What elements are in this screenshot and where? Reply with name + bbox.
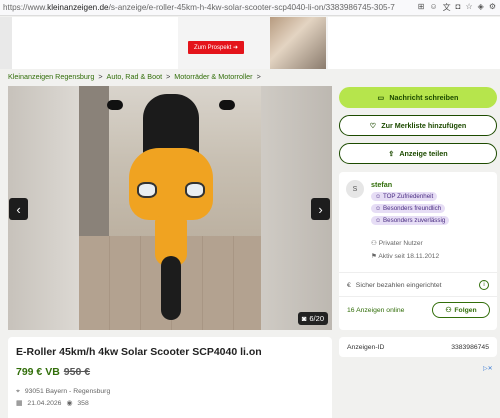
follow-button-label: Folgen: [454, 306, 477, 314]
favorite-button-label: Zur Merkliste hinzufügen: [381, 121, 467, 130]
badge-top-satisfaction: ☺ TOP Zufriedenheit: [371, 192, 438, 201]
listing-date: 21.04.2026: [27, 400, 62, 407]
badge-friendly: ☺ Besonders freundlich: [371, 204, 446, 213]
shield-icon[interactable]: ◈: [478, 2, 484, 13]
info-icon[interactable]: i: [479, 280, 489, 290]
listing-views: 358: [77, 400, 89, 407]
breadcrumb-separator: >: [98, 72, 103, 81]
breadcrumb-separator: >: [256, 72, 261, 81]
scooter-headlight-right: [185, 182, 205, 198]
seller-card: S stefan ☺ TOP Zufriedenheit ☺ Besonders…: [339, 172, 497, 330]
scooter-mirror-left: [107, 100, 123, 110]
follow-button[interactable]: ⚇ Folgen: [432, 302, 490, 318]
prospekt-button[interactable]: Zum Prospekt ➜: [188, 41, 245, 54]
current-price: 799 € VB: [16, 366, 60, 378]
url-prefix: https://www.: [3, 3, 48, 12]
divider: [339, 272, 497, 273]
scooter-mirror-right: [219, 100, 235, 110]
grid-icon[interactable]: ⊞: [418, 2, 425, 13]
chevron-right-icon: ›: [318, 201, 323, 217]
secure-payment-label: Sicher bezahlen eingerichtet: [355, 281, 442, 289]
listing-location: 93051 Bayern - Regensburg: [24, 388, 111, 395]
heart-icon: ♡: [369, 121, 377, 130]
breadcrumb: Kleinanzeigen Regensburg > Auto, Rad & B…: [8, 72, 261, 81]
badge-label: Besonders freundlich: [383, 205, 442, 212]
seller-type: ⚇ Privater Nutzer: [371, 239, 423, 247]
ad-choices-icon[interactable]: ▷✕: [483, 365, 493, 372]
ad-banner[interactable]: Zum Prospekt ➜: [178, 17, 328, 69]
breadcrumb-item-location[interactable]: Kleinanzeigen Regensburg: [8, 72, 94, 81]
badge-reliable: ☺ Besonders zuverlässig: [371, 216, 450, 225]
message-button-label: Nachricht schreiben: [389, 93, 459, 102]
url-path: /s-anzeige/e-roller-45km-h-4kw-solar-sco…: [108, 3, 395, 12]
eye-icon: ◉: [66, 400, 73, 407]
smile-icon[interactable]: ☺: [429, 2, 437, 13]
image-gallery: ‹ › ◙ 6/20: [8, 86, 332, 330]
favorite-button[interactable]: ♡ Zur Merkliste hinzufügen: [339, 115, 497, 136]
seller-active-since: ⚑ Aktiv seit 18.11.2012: [371, 252, 439, 260]
gallery-counter: ◙ 6/20: [297, 312, 328, 325]
share-button-label: Anzeige teilen: [399, 149, 448, 158]
seller-name[interactable]: stefan: [371, 180, 392, 189]
badge-label: TOP Zufriedenheit: [382, 193, 434, 200]
calendar-icon: ▦: [16, 400, 23, 407]
gallery-counter-text: 6/20: [309, 314, 324, 323]
listing-photo[interactable]: [79, 86, 261, 330]
url-domain: kleinanzeigen.de: [47, 3, 109, 12]
scooter-wheel: [161, 256, 181, 320]
camera-icon[interactable]: ◘: [456, 2, 461, 13]
message-icon: ▭: [377, 93, 385, 102]
share-button[interactable]: ⇪ Anzeige teilen: [339, 143, 497, 164]
user-icon: ⚇: [371, 240, 377, 247]
seller-badges: ☺ TOP Zufriedenheit ☺ Besonders freundli…: [371, 192, 450, 225]
ad-id-label: Anzeigen-ID: [347, 343, 385, 351]
listing-price: 799 € VB 950 €: [16, 366, 324, 378]
seller-active-since-label: Aktiv seit 18.11.2012: [378, 253, 440, 260]
seller-online-ads[interactable]: 16 Anzeigen online: [347, 307, 404, 314]
translate-icon[interactable]: 文: [443, 2, 451, 13]
ad-side-strip: [0, 17, 12, 69]
browser-url-bar[interactable]: https://www.kleinanzeigen.de/s-anzeige/e…: [0, 0, 500, 16]
breadcrumb-item-subcategory[interactable]: Motorräder & Motorroller: [174, 72, 252, 81]
gallery-prev-button[interactable]: ‹: [9, 198, 28, 220]
add-user-icon: ⚇: [445, 307, 452, 314]
seller-type-label: Privater Nutzer: [378, 240, 423, 247]
extensions-icon[interactable]: ⚙: [489, 2, 496, 13]
scooter-headlight-left: [137, 182, 157, 198]
ad-id-card: Anzeigen-ID 3383986745: [339, 337, 497, 357]
breadcrumb-separator: >: [166, 72, 171, 81]
listing-summary-card: E-Roller 45km/h 4kw Solar Scooter SCP404…: [8, 337, 332, 418]
ad-photo: [270, 17, 326, 69]
ad-id-value: 3383986745: [451, 343, 489, 351]
camera-icon: ◙: [301, 314, 307, 323]
location-row: ⌖ 93051 Bayern - Regensburg: [16, 386, 324, 398]
location-pin-icon: ⌖: [16, 388, 20, 395]
share-icon: ⇪: [388, 149, 395, 158]
secure-payment-row: € Sicher bezahlen eingerichtet i: [347, 280, 489, 290]
chevron-left-icon: ‹: [16, 201, 21, 217]
bookmark-icon: ⚑: [371, 253, 377, 260]
listing-title: E-Roller 45km/h 4kw Solar Scooter SCP404…: [16, 346, 262, 358]
gallery-next-button[interactable]: ›: [311, 198, 330, 220]
star-icon[interactable]: ☆: [466, 2, 473, 13]
browser-toolbar-icons: ⊞ ☺ 文 ◘ ☆ ◈ ⚙: [418, 2, 500, 13]
badge-label: Besonders zuverlässig: [383, 217, 446, 224]
secure-payment-icon: €: [347, 281, 351, 289]
avatar[interactable]: S: [346, 180, 364, 198]
message-button[interactable]: ▭ Nachricht schreiben: [339, 87, 497, 108]
url-text[interactable]: https://www.kleinanzeigen.de/s-anzeige/e…: [0, 3, 418, 12]
date-row: ▦ 21.04.2026 ◉ 358: [16, 398, 324, 410]
old-price: 950 €: [63, 366, 91, 378]
listing-meta: ⌖ 93051 Bayern - Regensburg ▦ 21.04.2026…: [16, 386, 324, 410]
breadcrumb-item-category[interactable]: Auto, Rad & Boot: [107, 72, 163, 81]
ad-banner-area: Zum Prospekt ➜: [0, 17, 500, 69]
divider: [339, 296, 497, 297]
